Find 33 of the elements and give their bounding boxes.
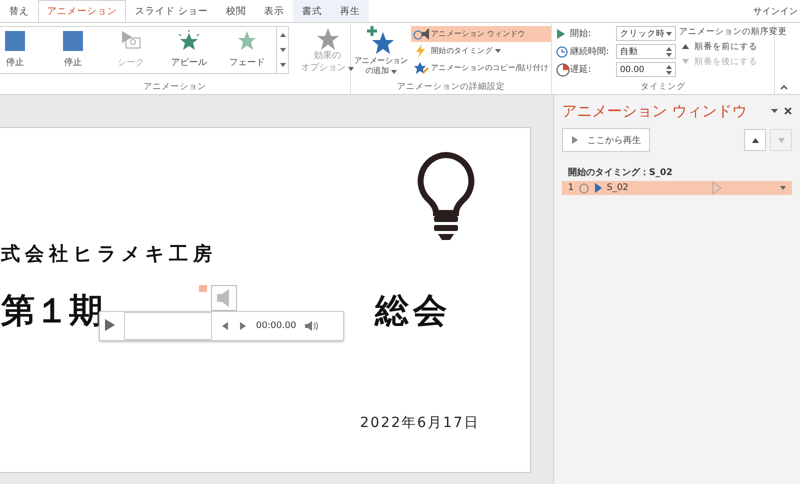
pane-title: アニメーション ウィンドウ: [562, 102, 748, 120]
ribbon-tab[interactable]: 校閲: [217, 0, 256, 22]
ribbon-tab[interactable]: アニメーション: [38, 0, 126, 22]
duration-spinner[interactable]: 自動: [616, 44, 676, 59]
ribbon-tab[interactable]: スライド ショー: [126, 0, 218, 22]
ribbon-tab[interactable]: 再生: [331, 0, 370, 22]
group-label: タイミング: [640, 81, 686, 94]
field-label: 継続時間:: [570, 46, 610, 58]
media-player[interactable]: 00:00.00: [99, 311, 344, 341]
field-label: 遅延:: [570, 64, 592, 76]
playback-time: 00:00.00: [256, 321, 296, 331]
ribbon-tab[interactable]: 表示: [255, 0, 294, 22]
group-label: アニメーションの詳細設定: [396, 81, 506, 94]
slide-title: 総会: [375, 290, 451, 333]
animation-item[interactable]: 1 S_02: [562, 181, 792, 195]
effect-button[interactable]: 停止: [0, 27, 44, 73]
field-label: 開始:: [570, 28, 592, 40]
effect-button[interactable]: 停止: [44, 27, 102, 73]
reorder-heading: アニメーションの順序変更: [679, 26, 787, 38]
group-label: アニメーション: [142, 81, 208, 94]
reorder-button[interactable]: 順番を前にする: [679, 41, 787, 53]
group-heading: 開始のタイミング：S_02: [567, 166, 674, 179]
effect-button[interactable]: フェード: [218, 27, 276, 73]
add-animation-button[interactable]: アニメーション の追加: [351, 26, 411, 77]
start-dropdown[interactable]: クリック時: [616, 26, 676, 41]
play-from-button[interactable]: ここから再生: [562, 128, 650, 152]
delay-spinner[interactable]: 00.00: [616, 62, 676, 77]
slide-date: 2022年6月17日: [360, 414, 480, 432]
ribbon-tab[interactable]: 書式: [293, 0, 332, 22]
company-name: 式会社ヒラメキ工房: [1, 242, 217, 267]
ribbon-tab[interactable]: 替え: [0, 0, 38, 22]
effect-button[interactable]: アピール: [160, 27, 218, 73]
sign-in-link[interactable]: サインイン: [753, 4, 798, 18]
